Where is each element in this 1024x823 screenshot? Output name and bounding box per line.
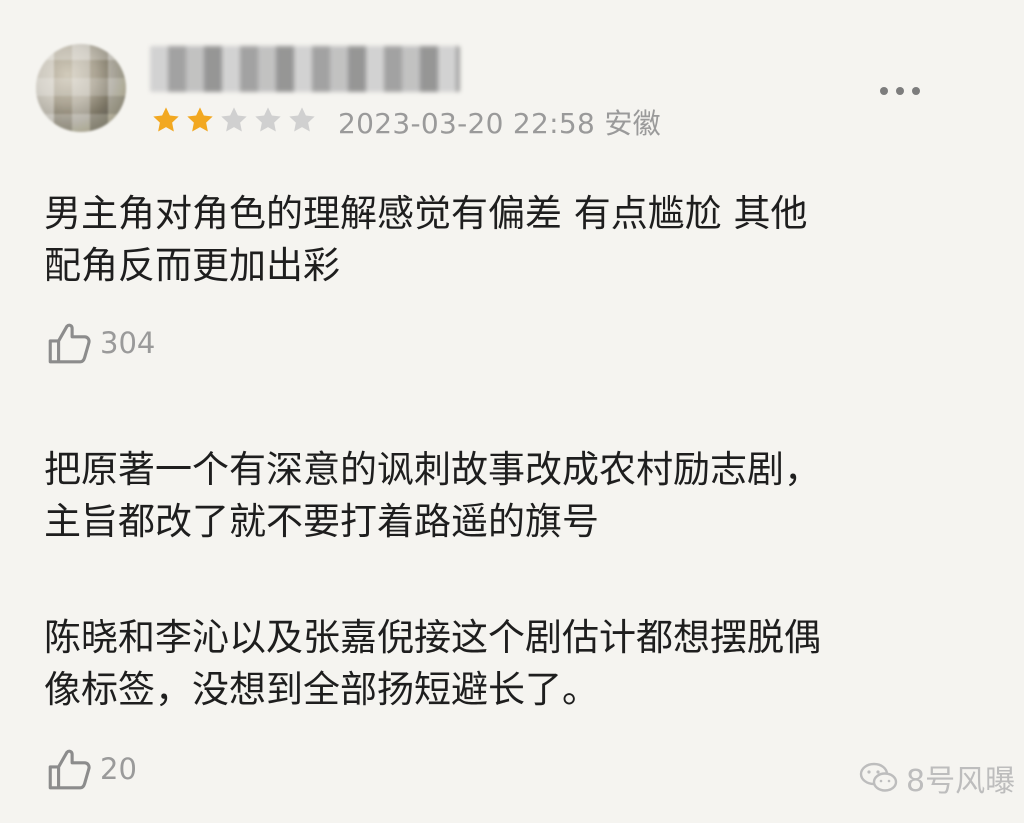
like-count: 304 xyxy=(100,326,156,360)
review-meta: 2023-03-20 22:58 安徽 xyxy=(338,107,661,140)
review-text: 男主角对角色的理解感觉有偏差 有点尴尬 其他 配角反而更加出彩 xyxy=(44,192,808,287)
like-button[interactable]: 20 xyxy=(44,744,137,794)
star-icon xyxy=(252,104,284,136)
like-count: 20 xyxy=(100,752,137,786)
username-blurred[interactable] xyxy=(150,46,460,92)
watermark: 8号风曝 xyxy=(858,756,1015,800)
star-icon xyxy=(184,104,216,136)
star-icon xyxy=(150,104,182,136)
thumbs-up-icon xyxy=(44,318,94,368)
comment-paragraph-2: 陈晓和李沁以及张嘉倪接这个剧估计都想摆脱偶 像标签，没想到全部扬短避长了。 xyxy=(44,616,821,711)
avatar[interactable] xyxy=(36,44,126,132)
star-icon xyxy=(218,104,250,136)
star-icon xyxy=(286,104,318,136)
like-button[interactable]: 304 xyxy=(44,318,155,368)
more-dots-icon[interactable] xyxy=(880,86,928,96)
wechat-icon xyxy=(858,760,900,796)
watermark-text: 8号风曝 xyxy=(906,764,1016,799)
comment-paragraph-1: 把原著一个有深意的讽刺故事改成农村励志剧， 主旨都改了就不要打着路遥的旗号 xyxy=(44,448,821,543)
thumbs-up-icon xyxy=(44,744,94,794)
rating-stars xyxy=(150,104,318,136)
